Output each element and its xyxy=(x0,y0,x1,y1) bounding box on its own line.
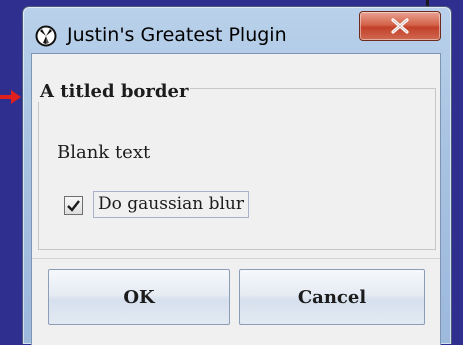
cancel-button[interactable]: Cancel xyxy=(239,269,425,325)
gaussian-blur-checkbox[interactable] xyxy=(64,196,83,215)
red-arrow-icon xyxy=(0,90,21,104)
titled-border-group xyxy=(38,88,436,250)
checkmark-icon xyxy=(67,199,80,212)
blank-text-label: Blank text xyxy=(57,142,151,163)
app-icon xyxy=(35,25,57,47)
ok-button[interactable]: OK xyxy=(48,269,230,325)
close-button[interactable] xyxy=(359,11,441,41)
window-title: Justin's Greatest Plugin xyxy=(67,24,287,46)
dialog-window: Justin's Greatest Plugin A titled border… xyxy=(22,6,452,345)
close-icon xyxy=(391,18,409,34)
divider xyxy=(32,258,440,259)
gaussian-blur-label[interactable]: Do gaussian blur xyxy=(93,191,250,218)
group-title: A titled border xyxy=(38,81,191,102)
dialog-content: A titled border Blank text Do gaussian b… xyxy=(31,53,441,345)
